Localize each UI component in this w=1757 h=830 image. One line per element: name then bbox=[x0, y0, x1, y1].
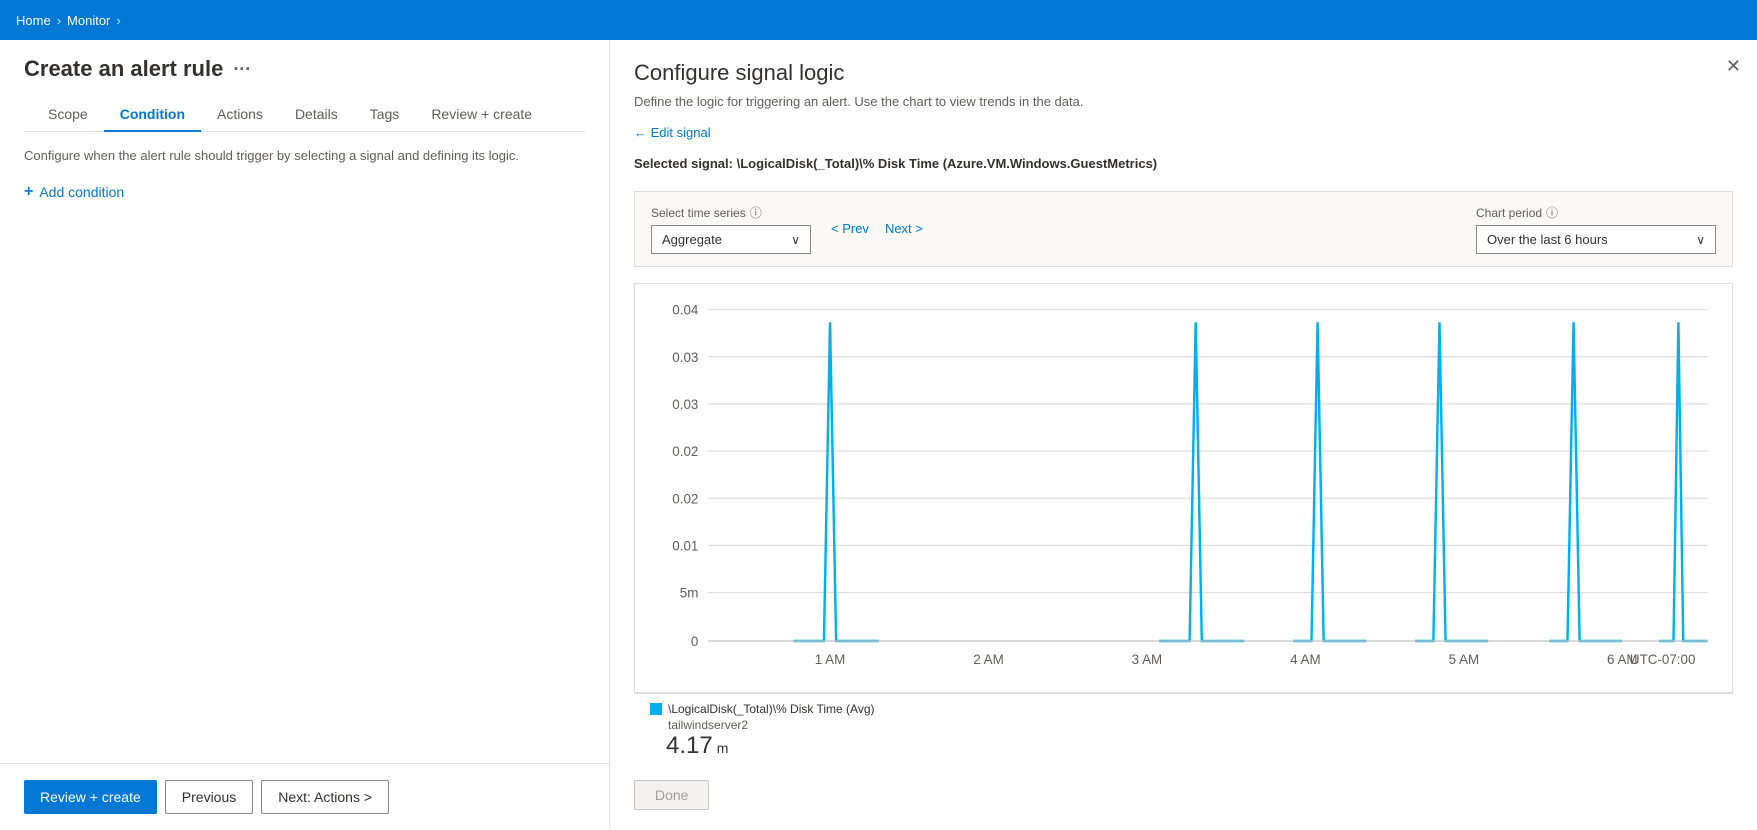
legend-label: \LogicalDisk(_Total)\% Disk Time (Avg) bbox=[668, 702, 875, 716]
chart-period-info-icon[interactable]: ⓘ bbox=[1546, 204, 1558, 221]
svg-text:1 AM: 1 AM bbox=[815, 652, 846, 667]
breadcrumb-home[interactable]: Home bbox=[16, 13, 51, 28]
legend-value: 4.17 bbox=[666, 732, 713, 760]
tab-tags[interactable]: Tags bbox=[354, 98, 416, 132]
edit-signal-link[interactable]: ← Edit signal bbox=[634, 125, 1733, 140]
svg-text:5m: 5m bbox=[680, 585, 699, 600]
svg-text:0.01: 0.01 bbox=[672, 538, 698, 553]
tab-scope[interactable]: Scope bbox=[48, 98, 104, 132]
svg-text:5 AM: 5 AM bbox=[1449, 652, 1480, 667]
tab-actions[interactable]: Actions bbox=[201, 98, 279, 132]
time-series-label: Select time series bbox=[651, 206, 746, 220]
tab-bar: Scope Condition Actions Details Tags Rev… bbox=[24, 98, 585, 132]
tab-review-create[interactable]: Review + create bbox=[415, 98, 548, 132]
breadcrumb: Home › Monitor › bbox=[16, 13, 121, 28]
chevron-down-icon-period: ∨ bbox=[1696, 233, 1705, 247]
legend-color-swatch bbox=[650, 703, 662, 715]
svg-text:0.03: 0.03 bbox=[672, 397, 698, 412]
legend-sublabel: tailwindserver2 bbox=[650, 718, 1717, 732]
previous-button[interactable]: Previous bbox=[165, 780, 253, 814]
time-series-dropdown[interactable]: Aggregate ∨ bbox=[651, 225, 811, 254]
add-condition-button[interactable]: + Add condition bbox=[24, 183, 124, 201]
tab-condition[interactable]: Condition bbox=[104, 98, 201, 132]
done-button[interactable]: Done bbox=[634, 780, 709, 810]
svg-text:0.02: 0.02 bbox=[672, 491, 698, 506]
chart-period-dropdown[interactable]: Over the last 6 hours ∨ bbox=[1476, 225, 1716, 254]
svg-text:0.02: 0.02 bbox=[672, 444, 698, 459]
legend-unit: m bbox=[717, 740, 729, 756]
page-title: Create an alert rule bbox=[24, 56, 223, 82]
more-options-icon[interactable]: ··· bbox=[233, 59, 251, 80]
panel-description: Define the logic for triggering an alert… bbox=[634, 94, 1733, 109]
prev-button[interactable]: < Prev bbox=[827, 217, 873, 240]
close-button[interactable]: ✕ bbox=[1726, 56, 1741, 77]
tab-details[interactable]: Details bbox=[279, 98, 354, 132]
next-actions-button[interactable]: Next: Actions > bbox=[261, 780, 389, 814]
time-series-info-icon[interactable]: ⓘ bbox=[750, 204, 762, 221]
chart-period-label: Chart period bbox=[1476, 206, 1542, 220]
breadcrumb-monitor[interactable]: Monitor bbox=[67, 13, 110, 28]
chart-svg: 0.04 0.03 0.03 0.02 0.02 0.01 5m 0 bbox=[635, 284, 1732, 692]
svg-text:0: 0 bbox=[691, 634, 699, 649]
svg-text:2 AM: 2 AM bbox=[973, 652, 1004, 667]
chevron-down-icon: ∨ bbox=[791, 233, 800, 247]
chart-legend: \LogicalDisk(_Total)\% Disk Time (Avg) t… bbox=[634, 693, 1733, 768]
plus-icon: + bbox=[24, 183, 33, 201]
svg-text:UTC-07:00: UTC-07:00 bbox=[1630, 652, 1696, 667]
review-create-button[interactable]: Review + create bbox=[24, 780, 157, 814]
selected-signal: Selected signal: \LogicalDisk(_Total)\% … bbox=[634, 156, 1733, 171]
panel-title: Configure signal logic bbox=[634, 60, 1733, 86]
chart-area: 0.04 0.03 0.03 0.02 0.02 0.01 5m 0 bbox=[634, 283, 1733, 693]
svg-text:0.04: 0.04 bbox=[672, 302, 698, 317]
next-button[interactable]: Next > bbox=[881, 217, 927, 240]
svg-text:3 AM: 3 AM bbox=[1132, 652, 1163, 667]
svg-text:0.03: 0.03 bbox=[672, 350, 698, 365]
svg-text:4 AM: 4 AM bbox=[1290, 652, 1321, 667]
condition-subtitle: Configure when the alert rule should tri… bbox=[24, 148, 585, 163]
